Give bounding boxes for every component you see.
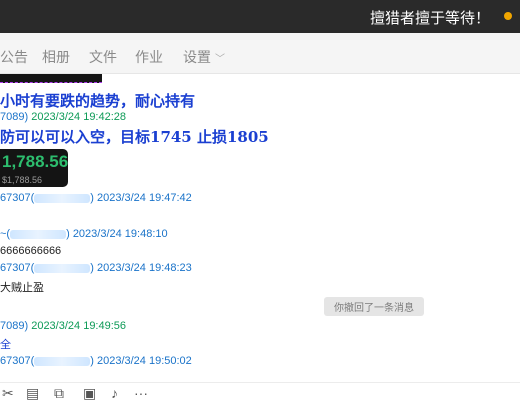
- sender-id[interactable]: 67307(: [0, 355, 34, 367]
- sender-id[interactable]: 7089): [0, 111, 28, 123]
- screenshot-icon[interactable]: ⧉: [54, 386, 64, 400]
- tab-homework[interactable]: 作业: [135, 47, 163, 67]
- sender-id[interactable]: 7089): [0, 320, 28, 332]
- message-text: 小时有要跌的趋势，耐心持有: [0, 92, 196, 110]
- blurred-name: [34, 193, 91, 203]
- message-meta: 67307( ) 2023/3/24 19:48:23: [0, 262, 192, 274]
- message-meta: 7089) 2023/3/24 19:42:28: [0, 111, 126, 123]
- message-time: ) 2023/3/24 19:48:10: [66, 228, 168, 240]
- scissors-icon[interactable]: ✂: [2, 386, 14, 400]
- more-icon[interactable]: ···: [134, 386, 148, 400]
- message-time: ) 2023/3/24 19:48:23: [90, 262, 192, 274]
- tab-settings[interactable]: 设置 ﹀: [183, 47, 225, 67]
- message-meta: 67307( ) 2023/3/24 19:50:02: [0, 355, 192, 367]
- message-meta: ~( ) 2023/3/24 19:48:10: [0, 228, 168, 240]
- message-text: 防可以可以入空，目标1745 止损1805: [0, 128, 269, 146]
- message-time: 2023/3/24 19:49:56: [31, 320, 127, 332]
- folder-icon[interactable]: ▤: [26, 386, 39, 400]
- sender-id[interactable]: 67307(: [0, 192, 34, 204]
- blurred-name: [10, 229, 67, 239]
- message-time: 2023/3/24 19:42:28: [31, 111, 127, 123]
- recall-notice: 你撤回了一条消息: [324, 297, 424, 316]
- group-tabs: 公告 相册 文件 作业 设置 ﹀: [0, 33, 520, 74]
- notification-dot-icon: [504, 12, 512, 20]
- window-title: 擅猎者擅于等待！: [369, 10, 490, 27]
- price-card[interactable]: 1,788.56 $1,788.56: [0, 149, 68, 187]
- chevron-down-icon: ﹀: [215, 54, 225, 65]
- tab-files[interactable]: 文件: [89, 47, 117, 67]
- message-text: 6666666666: [0, 245, 62, 257]
- price-sub: $1,788.56: [2, 175, 43, 185]
- tab-album[interactable]: 相册: [42, 47, 70, 67]
- chat-area[interactable]: 小时有要跌的趋势，耐心持有 7089) 2023/3/24 19:42:28 防…: [0, 74, 520, 382]
- message-meta: 67307( ) 2023/3/24 19:47:42: [0, 192, 192, 204]
- input-toolbar: ✂ ▤ ⧉ ▣ ♪ ···: [0, 382, 520, 401]
- message-text: 大贼止盈: [0, 282, 44, 294]
- message-time: ) 2023/3/24 19:50:02: [90, 355, 192, 367]
- bell-icon[interactable]: ♪: [111, 386, 118, 400]
- sender-id[interactable]: 67307(: [0, 262, 34, 274]
- image-strip: [0, 74, 102, 83]
- blurred-name: [34, 356, 91, 366]
- message-text: 全: [0, 339, 11, 351]
- image-icon[interactable]: ▣: [83, 386, 96, 400]
- blurred-name: [34, 263, 91, 273]
- message-meta: 7089) 2023/3/24 19:49:56: [0, 320, 126, 332]
- tab-settings-label: 设置: [183, 49, 211, 65]
- title-bar: 擅猎者擅于等待！: [0, 0, 520, 33]
- tab-announcement[interactable]: 公告: [0, 47, 28, 67]
- message-time: ) 2023/3/24 19:47:42: [90, 192, 192, 204]
- price-main: 1,788.56: [2, 152, 69, 171]
- sender-prefix[interactable]: ~(: [0, 228, 10, 240]
